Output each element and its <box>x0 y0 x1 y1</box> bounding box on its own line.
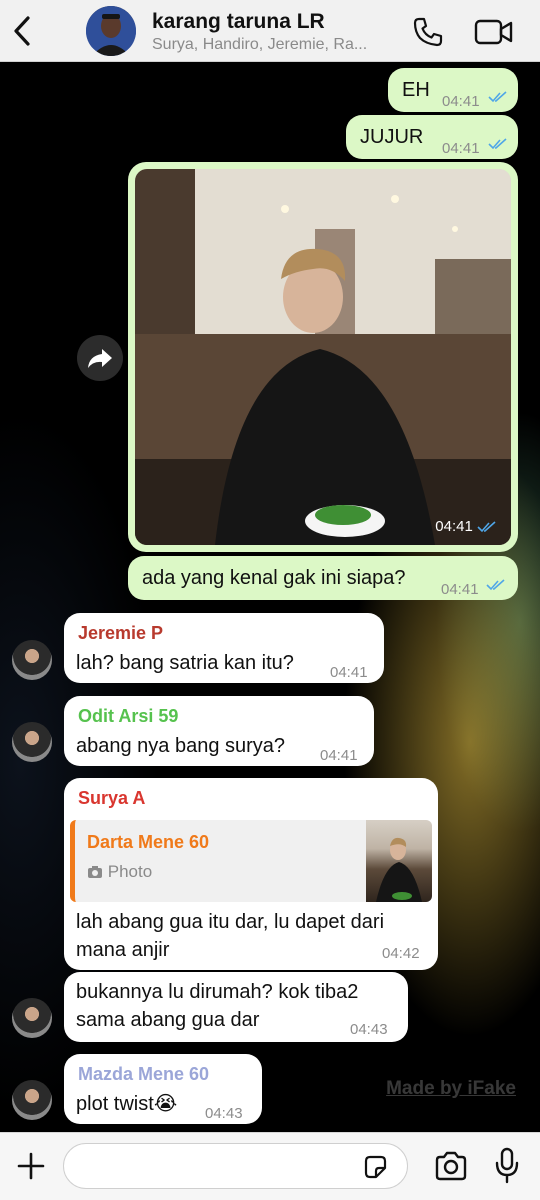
sender-name[interactable]: Jeremie P <box>78 621 370 645</box>
message-bubble-incoming[interactable]: Jeremie P lah? bang satria kan itu? 04:4… <box>64 613 384 683</box>
forward-button[interactable] <box>77 335 123 381</box>
read-receipt-icon <box>486 579 506 591</box>
quoted-type-label: Photo <box>107 862 153 881</box>
microphone-icon[interactable] <box>494 1147 520 1185</box>
message-bubble-outgoing[interactable]: JUJUR 04:41 <box>346 115 518 159</box>
crying-emoji: 😭 <box>153 1093 178 1115</box>
camera-icon[interactable] <box>434 1151 468 1181</box>
message-time: 04:41 <box>442 93 480 110</box>
sender-name[interactable]: Mazda Mene 60 <box>78 1062 248 1086</box>
message-text: JUJUR <box>360 126 424 148</box>
sticker-icon[interactable] <box>362 1154 388 1180</box>
sender-name[interactable]: Odit Arsi 59 <box>78 704 360 728</box>
chat-header: karang taruna LR Surya, Handiro, Jeremie… <box>0 0 540 62</box>
back-button[interactable] <box>10 14 36 48</box>
message-input[interactable] <box>63 1143 408 1189</box>
video-call-icon[interactable] <box>474 18 514 46</box>
watermark: Made by iFake <box>386 1078 516 1099</box>
message-bubble-outgoing[interactable]: EH 04:41 <box>388 68 518 112</box>
message-time: 04:43 <box>350 1021 388 1038</box>
message-time: 04:41 <box>435 518 497 535</box>
message-text: abang nya bang surya? <box>76 735 286 757</box>
phone-icon[interactable] <box>412 16 444 48</box>
sender-avatar[interactable] <box>12 1080 52 1120</box>
message-text: lah abang gua itu dar, lu dapet dari man… <box>76 911 385 961</box>
read-receipt-icon <box>488 91 508 103</box>
message-time: 04:41 <box>330 664 368 681</box>
quoted-photo-thumbnail <box>366 820 432 902</box>
message-bubble-incoming[interactable]: Mazda Mene 60 plot twist😭 04:43 <box>64 1054 262 1124</box>
message-time: 04:41 <box>442 140 480 157</box>
quoted-sender-name: Darta Mene 60 <box>87 832 210 852</box>
group-members[interactable]: Surya, Handiro, Jeremie, Ra... <box>152 36 397 54</box>
plus-icon[interactable] <box>16 1151 46 1181</box>
sender-avatar[interactable] <box>12 998 52 1038</box>
message-time: 04:42 <box>382 945 420 962</box>
sender-avatar[interactable] <box>12 722 52 762</box>
sender-name[interactable]: Surya A <box>78 786 424 810</box>
message-bubble-incoming[interactable]: bukannya lu dirumah? kok tiba2 sama aban… <box>64 972 408 1042</box>
message-bubble-incoming[interactable]: Odit Arsi 59 abang nya bang surya? 04:41 <box>64 696 374 766</box>
quoted-type: Photo <box>87 862 152 882</box>
message-bubble-outgoing[interactable]: ada yang kenal gak ini siapa? 04:41 <box>128 556 518 600</box>
message-text: bukannya lu dirumah? kok tiba2 sama aban… <box>76 981 359 1031</box>
message-text: EH <box>402 79 430 101</box>
quoted-reply[interactable]: Darta Mene 60 Photo <box>70 820 432 902</box>
message-time: 04:43 <box>205 1105 243 1122</box>
photo-message[interactable]: 04:41 <box>128 162 518 552</box>
photo-image[interactable]: 04:41 <box>135 169 511 545</box>
message-text: ada yang kenal gak ini siapa? <box>142 567 406 589</box>
group-title[interactable]: karang taruna LR <box>152 10 325 34</box>
read-receipt-icon <box>488 138 508 150</box>
composer-bar <box>0 1132 540 1200</box>
message-time: 04:41 <box>320 747 358 764</box>
sender-avatar[interactable] <box>12 640 52 680</box>
message-text: plot twist😭 <box>76 1093 178 1115</box>
message-time: 04:41 <box>441 581 479 598</box>
group-avatar[interactable] <box>86 6 136 56</box>
message-text: lah? bang satria kan itu? <box>76 652 294 674</box>
